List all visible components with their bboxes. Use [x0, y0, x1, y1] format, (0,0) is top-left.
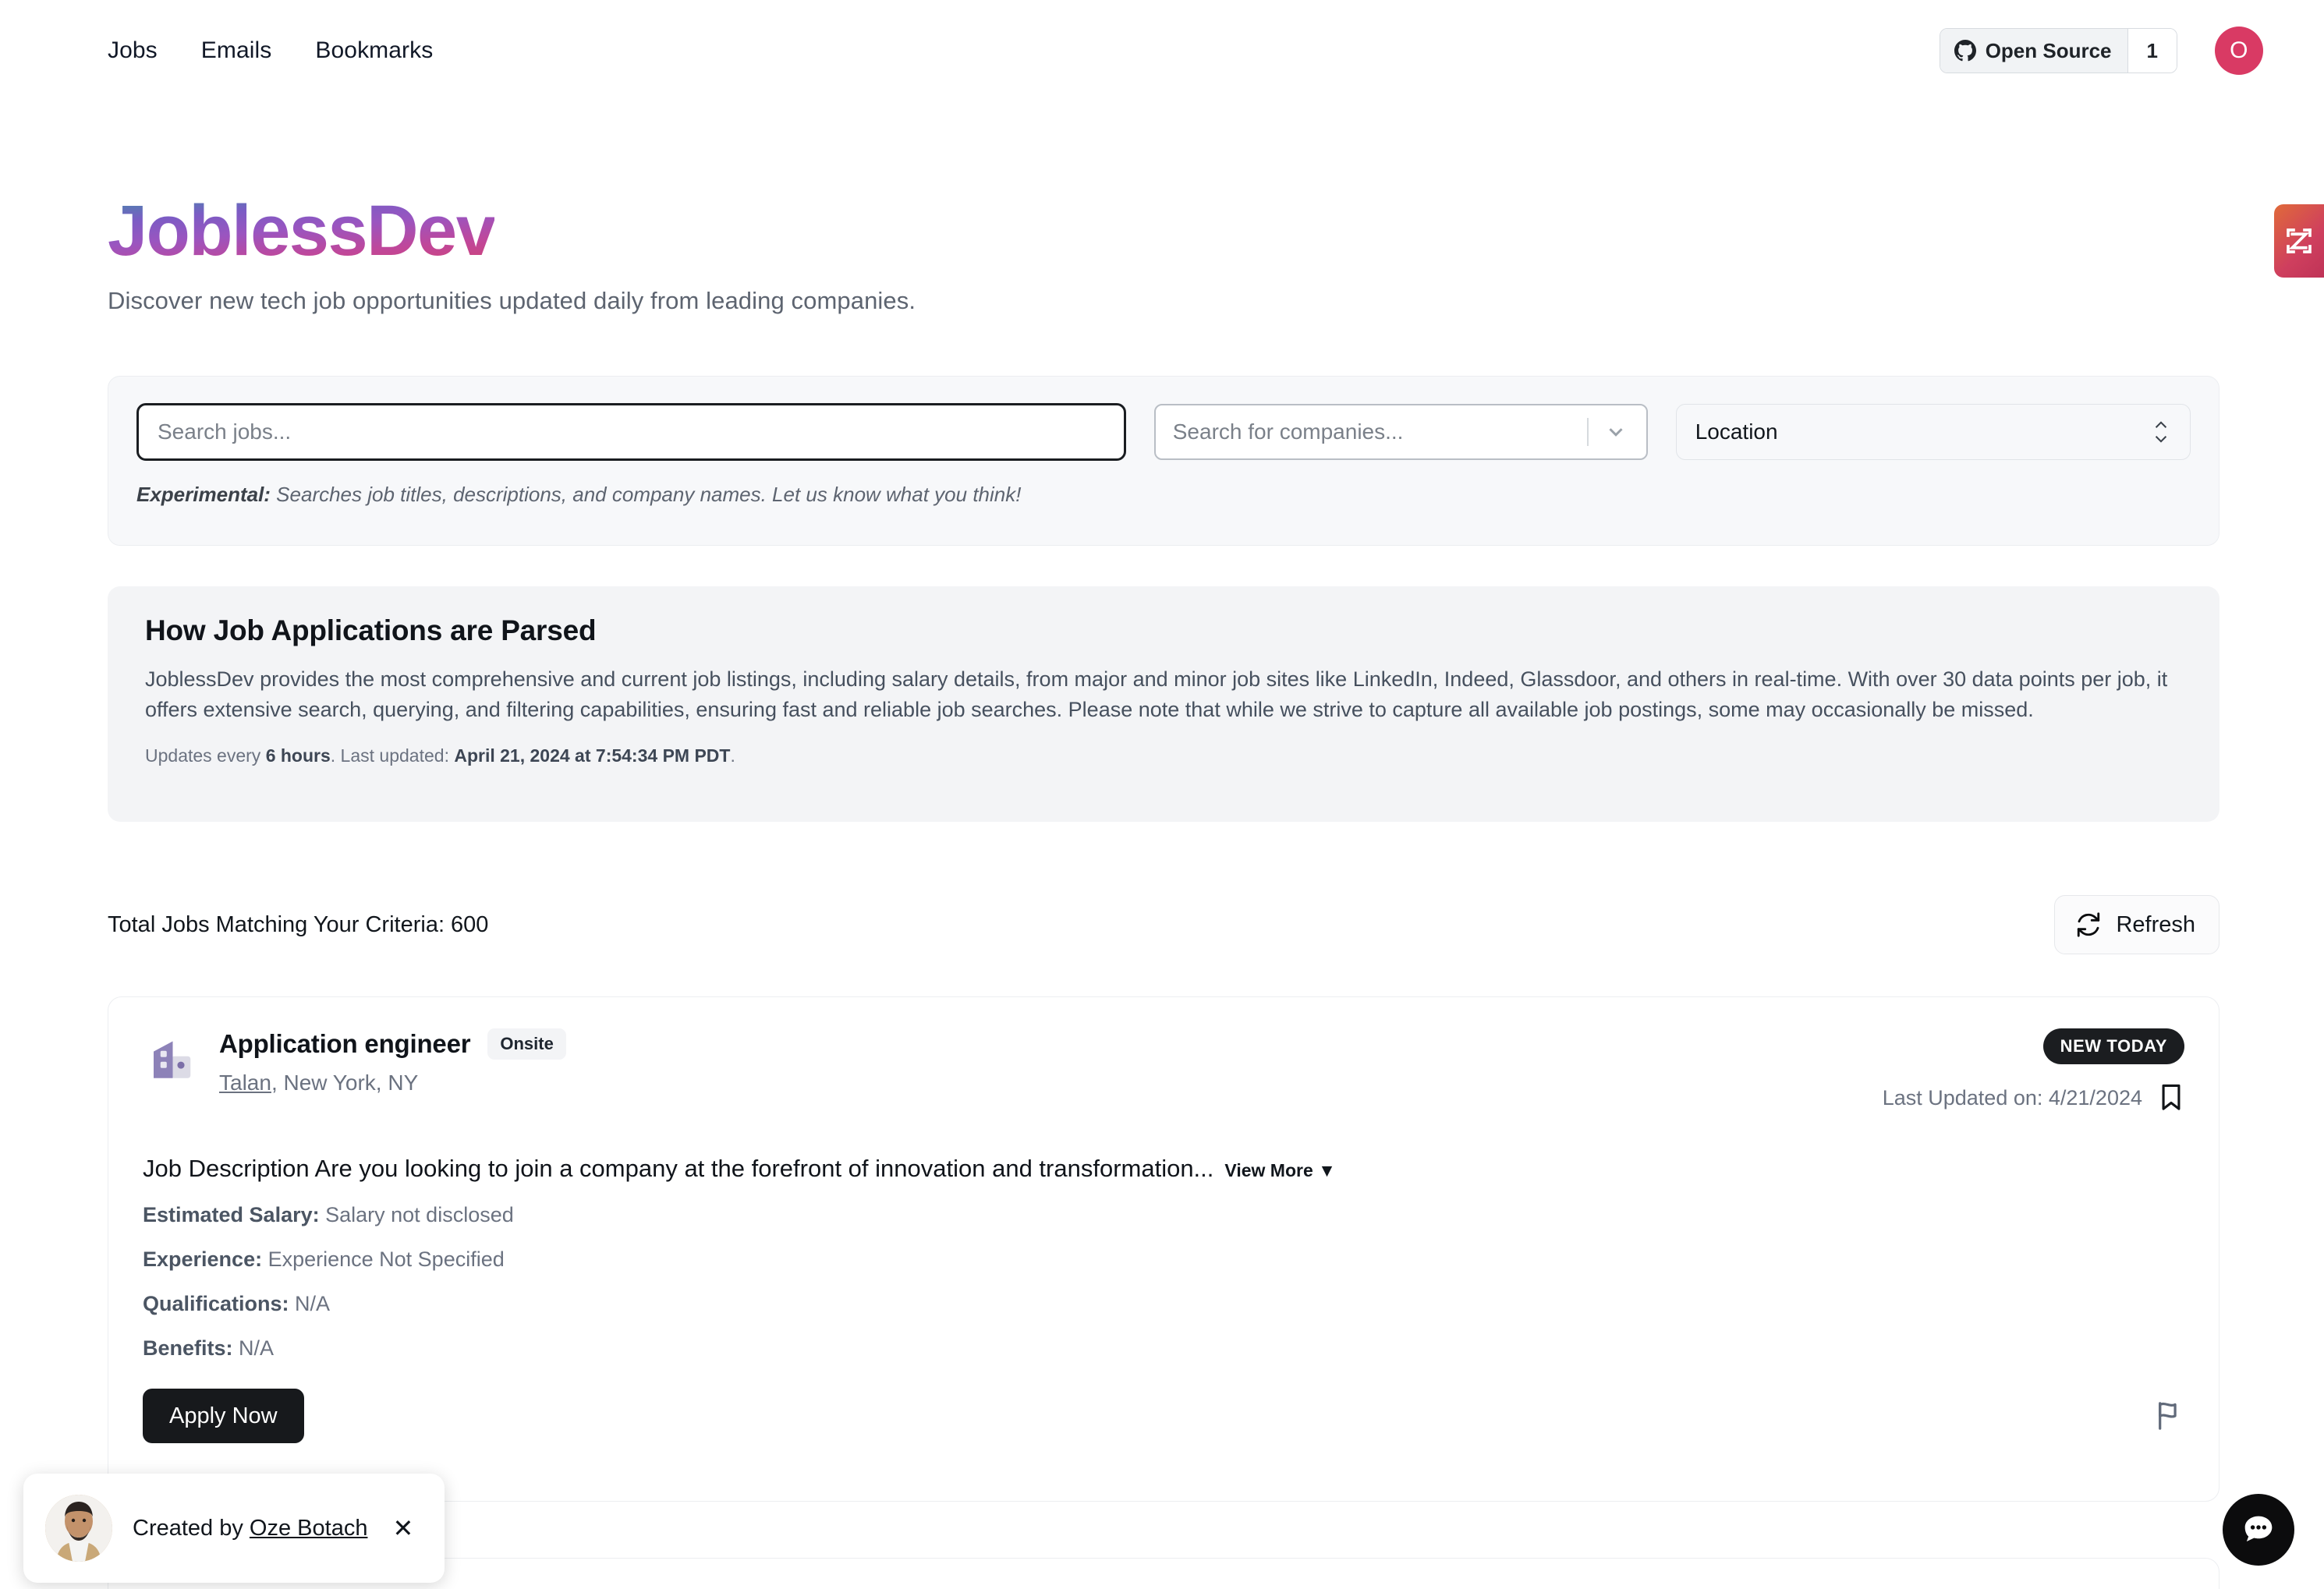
- company-select-placeholder: Search for companies...: [1172, 419, 1404, 444]
- company-select-divider: [1586, 418, 1589, 446]
- last-updated-text: Last Updated on: 4/21/2024: [1882, 1085, 2142, 1109]
- salary-value: Salary not disclosed: [319, 1203, 514, 1226]
- job-card[interactable]: Application engineer Onsite Talan, New Y…: [108, 996, 2219, 1502]
- update-meta-suffix: .: [730, 745, 735, 766]
- user-avatar[interactable]: O: [2215, 27, 2263, 75]
- top-navigation-bar: Jobs Emails Bookmarks Open Source 1 O: [0, 0, 2324, 101]
- refresh-label: Refresh: [2116, 911, 2195, 937]
- location-select[interactable]: Location: [1675, 404, 2191, 460]
- job-description-row: Job Description Are you looking to join …: [143, 1155, 2184, 1183]
- new-today-badge: NEW TODAY: [2042, 1028, 2184, 1064]
- salary-row: Estimated Salary: Salary not disclosed: [143, 1203, 2184, 1227]
- open-source-count: 1: [2127, 29, 2177, 73]
- last-updated-row: Last Updated on: 4/21/2024: [1883, 1083, 2184, 1113]
- open-source-label-group: Open Source: [1940, 29, 2128, 73]
- nav-right-actions: Open Source 1 O: [1939, 27, 2263, 75]
- refresh-icon: [2078, 912, 2100, 937]
- refresh-button[interactable]: Refresh: [2054, 895, 2219, 954]
- benefits-label: Benefits:: [143, 1336, 233, 1360]
- nav-item-jobs[interactable]: Jobs: [108, 37, 158, 64]
- work-mode-badge: Onsite: [487, 1028, 566, 1060]
- experience-row: Experience: Experience Not Specified: [143, 1247, 2184, 1272]
- job-card-actions: Apply Now: [143, 1389, 2184, 1443]
- experience-value: Experience Not Specified: [262, 1247, 505, 1271]
- experimental-note: Experimental: Searches job titles, descr…: [136, 483, 2191, 507]
- qualifications-label: Qualifications:: [143, 1292, 289, 1315]
- report-flag-icon[interactable]: [2153, 1400, 2184, 1432]
- github-icon: [1954, 40, 1976, 62]
- primary-nav-links: Jobs Emails Bookmarks: [108, 37, 433, 64]
- company-link[interactable]: Talan: [219, 1071, 271, 1095]
- how-parsed-panel: How Job Applications are Parsed JoblessD…: [108, 586, 2219, 822]
- search-controls-row: Search for companies... Location: [136, 403, 2191, 461]
- nav-item-emails[interactable]: Emails: [201, 37, 272, 64]
- experience-label: Experience:: [143, 1247, 263, 1271]
- qualifications-value: N/A: [289, 1292, 331, 1315]
- job-identity-text: Application engineer Onsite Talan, New Y…: [219, 1028, 566, 1113]
- open-source-text: Open Source: [1985, 38, 2112, 62]
- chat-bubble-icon: [2244, 1516, 2273, 1541]
- site-tagline: Discover new tech job opportunities upda…: [108, 287, 916, 314]
- benefits-row: Benefits: N/A: [143, 1336, 2184, 1361]
- created-by-text: Created by Oze Botach: [133, 1516, 367, 1541]
- job-card-meta: NEW TODAY Last Updated on: 4/21/2024: [1883, 1028, 2184, 1113]
- apply-now-button[interactable]: Apply Now: [143, 1389, 304, 1443]
- view-more-toggle[interactable]: View More ▼: [1224, 1160, 1336, 1180]
- chat-support-button[interactable]: [2223, 1494, 2294, 1566]
- app-root: Jobs Emails Bookmarks Open Source 1 O Jo…: [0, 0, 2324, 1589]
- benefits-value: N/A: [232, 1336, 275, 1360]
- search-jobs-input[interactable]: [136, 403, 1126, 461]
- company-select[interactable]: Search for companies...: [1153, 404, 1648, 460]
- expand-z-icon: [2287, 228, 2312, 253]
- chevron-down-icon[interactable]: [1604, 420, 1628, 444]
- update-interval: 6 hours: [265, 745, 331, 766]
- job-location: , New York, NY: [271, 1071, 419, 1095]
- location-select-value: Location: [1695, 419, 1778, 444]
- creator-name-link[interactable]: Oze Botach: [250, 1516, 368, 1541]
- zoom-side-tab[interactable]: [2274, 204, 2324, 278]
- open-source-badge[interactable]: Open Source 1: [1939, 28, 2177, 73]
- site-logo: JoblessDev: [108, 191, 496, 271]
- experimental-label: Experimental:: [136, 483, 271, 506]
- nav-item-bookmarks[interactable]: Bookmarks: [315, 37, 433, 64]
- company-location-line: Talan, New York, NY: [219, 1071, 566, 1095]
- how-parsed-body: JoblessDev provides the most comprehensi…: [145, 667, 2168, 722]
- search-panel: Search for companies... Location Experim…: [108, 376, 2219, 546]
- qualifications-row: Qualifications: N/A: [143, 1292, 2184, 1316]
- creator-photo-icon: [45, 1495, 112, 1562]
- select-chevrons-icon: [2152, 420, 2170, 444]
- hero-section: JoblessDev Discover new tech job opportu…: [108, 195, 916, 315]
- update-meta-prefix: Updates every: [145, 745, 266, 766]
- salary-label: Estimated Salary:: [143, 1203, 320, 1226]
- results-header: Total Jobs Matching Your Criteria: 600 R…: [108, 895, 2219, 954]
- creator-avatar: [45, 1495, 112, 1562]
- job-title[interactable]: Application engineer: [219, 1029, 471, 1059]
- job-description-snippet: Job Description Are you looking to join …: [143, 1155, 1214, 1182]
- created-by-widget: Created by Oze Botach ✕: [23, 1474, 445, 1583]
- update-meta-middle: . Last updated:: [330, 745, 455, 766]
- created-by-prefix: Created by: [133, 1515, 250, 1541]
- how-parsed-title: How Job Applications are Parsed: [145, 614, 597, 646]
- company-building-icon: [154, 1041, 191, 1078]
- job-card-header: Application engineer Onsite Talan, New Y…: [143, 1028, 2184, 1113]
- bookmark-icon[interactable]: [2158, 1083, 2184, 1113]
- job-title-row: Application engineer Onsite: [219, 1028, 566, 1060]
- experimental-text: Searches job titles, descriptions, and c…: [270, 483, 1022, 506]
- job-identity: Application engineer Onsite Talan, New Y…: [143, 1028, 566, 1113]
- close-icon[interactable]: ✕: [392, 1513, 413, 1543]
- total-jobs-count: Total Jobs Matching Your Criteria: 600: [108, 911, 489, 937]
- update-timestamp: April 21, 2024 at 7:54:34 PM PDT: [454, 745, 731, 766]
- update-meta: Updates every 6 hours. Last updated: Apr…: [145, 745, 2182, 766]
